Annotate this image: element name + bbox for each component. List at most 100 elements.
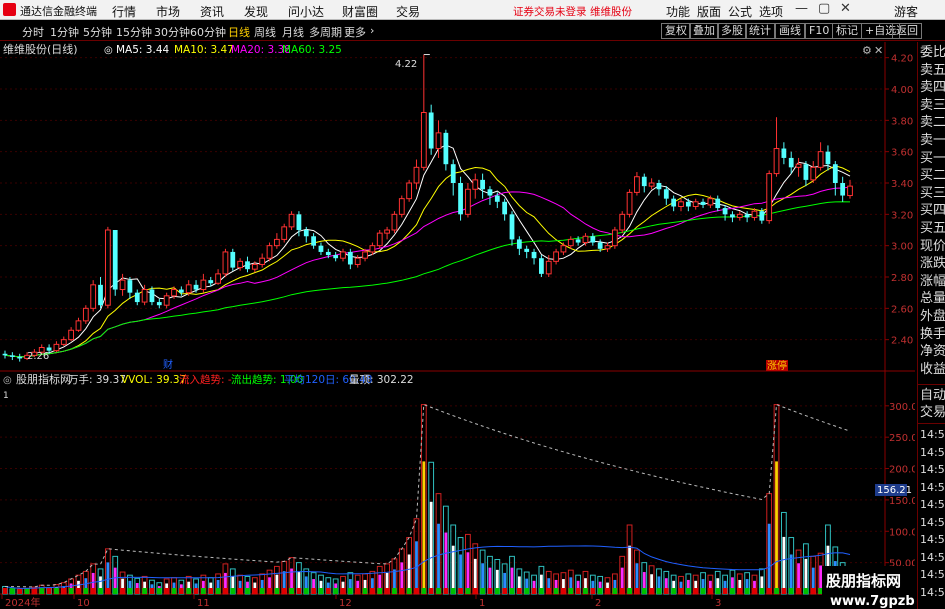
overlay-button[interactable]: 叠加 (689, 23, 719, 39)
volume-tick-label: 100.0 (889, 527, 915, 538)
menu-item-assistant[interactable]: 问小达 (288, 3, 324, 20)
volume-base (105, 588, 111, 594)
volume-base (781, 588, 787, 594)
side-item-16[interactable]: 换手 (920, 327, 945, 342)
period-tab-1min[interactable]: 1分钟 (50, 24, 79, 40)
auto-trade-box[interactable]: 自动 交易 (918, 384, 945, 424)
indicator-settings-icon[interactable]: ◎ (3, 375, 12, 386)
period-tab-5min[interactable]: 5分钟 (83, 24, 112, 40)
menu-item-trade[interactable]: 交易 (396, 3, 420, 20)
volume-label-0: 万手: 39.37 (68, 373, 126, 386)
side-item-6[interactable]: 买一 (920, 151, 945, 166)
side-item-2[interactable]: 卖四 (920, 81, 945, 95)
x-axis-label: 3 (715, 598, 721, 609)
app-logo-icon (3, 3, 16, 16)
period-tab-60min[interactable]: 60分钟 (190, 24, 226, 40)
side-item-11[interactable]: 现价 (920, 239, 945, 254)
volume-base (90, 588, 96, 594)
period-tab-intraday[interactable]: 分时 (22, 24, 44, 40)
menu-item-layout[interactable]: 版面 (697, 3, 721, 20)
close-icon[interactable]: ✕ (840, 1, 851, 16)
side-item-18[interactable]: 收益 (920, 362, 945, 377)
volume-label-5: 量顶: 302.22 (349, 374, 414, 386)
ma-circle-icon[interactable]: ◎ (104, 45, 113, 56)
more-arrow-icon[interactable]: › (370, 24, 374, 37)
price-tick-label: 3.60 (891, 148, 913, 159)
period-tab-multi[interactable]: 多周期 (309, 24, 342, 40)
period-tab-15min[interactable]: 15分钟 (116, 24, 152, 40)
side-item-1[interactable]: 卖五 (920, 63, 945, 78)
side-item-12[interactable]: 涨跌 (920, 257, 945, 271)
volume-fill (429, 501, 433, 594)
kline-chart[interactable]: 维维股份(日线) ◎ MA5: 3.44 MA10: 3.47MA20: 3.38… (0, 42, 915, 609)
f10-button[interactable]: F10 (805, 23, 834, 39)
volume-base (796, 588, 801, 594)
trade-login-alert[interactable]: 证券交易未登录 (513, 4, 587, 19)
volume-base (340, 588, 346, 594)
side-item-15[interactable]: 外盘 (920, 310, 945, 324)
menu-item-news[interactable]: 资讯 (200, 3, 224, 20)
menu-item-discover[interactable]: 发现 (244, 3, 268, 20)
menu-item-wealth[interactable]: 财富圈 (342, 3, 378, 20)
candle-body-up (391, 213, 398, 231)
volume-base (127, 588, 133, 594)
volume-base (450, 588, 456, 594)
menu-item-functions[interactable]: 功能 (666, 3, 690, 20)
volume-base (494, 588, 500, 594)
volume-base (289, 588, 294, 594)
side-item-0[interactable]: 委比 (920, 46, 945, 60)
adjust-button[interactable]: 复权 (661, 23, 691, 39)
stock-link[interactable]: 维维股份 (590, 4, 632, 19)
side-item-5[interactable]: 卖一 (920, 134, 945, 148)
guest-label[interactable]: 游客 (894, 3, 918, 20)
side-item-13[interactable]: 涨幅 (920, 274, 945, 289)
candle-body-up (465, 188, 471, 215)
candle-body-up (222, 251, 229, 275)
side-item-7[interactable]: 买二 (920, 169, 945, 183)
settings-gear-icon[interactable]: ⚙ (862, 44, 872, 57)
candle-body-up (707, 198, 714, 206)
back-button[interactable]: 返回 (892, 23, 922, 39)
watermark-url: www.7gpzb.com (830, 594, 915, 609)
side-item-3[interactable]: 卖三 (920, 98, 945, 113)
volume-base (803, 588, 809, 594)
volume-base (392, 588, 397, 594)
price-tick-label: 3.00 (891, 242, 913, 253)
restore-icon[interactable]: ▢ (818, 1, 830, 16)
mark-button[interactable]: 标记 (832, 23, 862, 39)
finance-annotation[interactable]: 财 (163, 358, 173, 371)
volume-base (546, 588, 552, 594)
side-item-4[interactable]: 卖二 (920, 116, 945, 130)
side-item-8[interactable]: 买三 (920, 186, 945, 201)
trade-label[interactable]: 交易 (920, 406, 945, 420)
volume-base (399, 588, 405, 594)
candle-body-down (325, 251, 331, 256)
side-item-14[interactable]: 总量 (920, 292, 945, 306)
candle-body-up (163, 295, 170, 306)
menu-item-formula[interactable]: 公式 (728, 3, 752, 20)
period-tab-monthly[interactable]: 月线 (282, 24, 304, 40)
menu-item-market[interactable]: 行情 (112, 3, 136, 20)
side-item-9[interactable]: 买四 (920, 204, 945, 218)
period-tab-30min[interactable]: 30分钟 (154, 24, 190, 40)
panel-close-icon[interactable]: ✕ (874, 44, 883, 57)
auto-label[interactable]: 自动 (920, 389, 945, 403)
volume-base (311, 588, 316, 594)
period-tab-daily[interactable]: 日线 (228, 24, 250, 40)
stats-button[interactable]: 统计 (745, 23, 775, 39)
limit-up-annotation[interactable]: 涨停 (767, 359, 787, 372)
candle-body-up (340, 251, 346, 259)
menu-item-options[interactable]: 选项 (759, 3, 783, 20)
draw-button[interactable]: 画线 (775, 23, 805, 39)
period-tab-more[interactable]: 更多 (344, 24, 366, 40)
side-time-0: 14:56 (920, 428, 945, 441)
side-time-9: 14:56 (920, 585, 945, 599)
volume-base (406, 588, 412, 594)
candle-body-up (773, 148, 780, 175)
multi-stock-button[interactable]: 多股 (717, 23, 747, 39)
minimize-icon[interactable]: — (795, 1, 808, 16)
period-tab-weekly[interactable]: 周线 (254, 24, 276, 40)
menu-item-markets[interactable]: 市场 (156, 3, 180, 20)
side-item-10[interactable]: 买五 (920, 222, 945, 236)
side-item-17[interactable]: 净资 (920, 345, 945, 359)
